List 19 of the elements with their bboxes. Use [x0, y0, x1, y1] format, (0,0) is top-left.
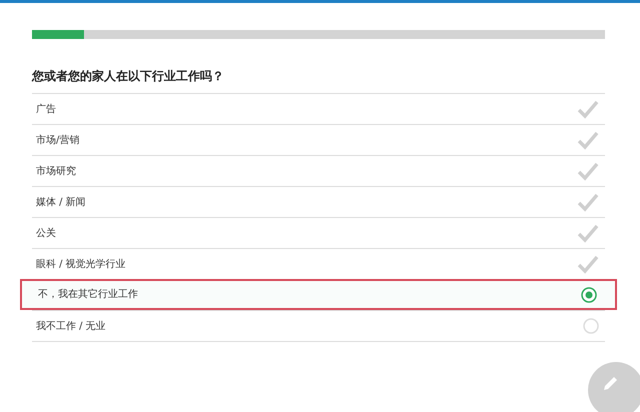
option-row[interactable]: 不，我在其它行业工作: [20, 279, 617, 310]
option-row[interactable]: 广告: [32, 93, 605, 124]
edit-button[interactable]: [588, 362, 640, 412]
option-label: 我不工作 / 无业: [36, 320, 106, 334]
option-label: 市场/营销: [36, 134, 80, 148]
option-label: 眼科 / 视觉光学行业: [36, 258, 126, 272]
option-row[interactable]: 市场/营销: [32, 124, 605, 155]
pencil-icon: [602, 374, 620, 392]
option-label: 媒体 / 新闻: [36, 196, 86, 210]
option-row[interactable]: 市场研究: [32, 155, 605, 186]
option-row[interactable]: 我不工作 / 无业: [32, 310, 605, 341]
radio-button[interactable]: [581, 286, 597, 302]
option-row[interactable]: 公关: [32, 217, 605, 248]
option-label: 公关: [36, 226, 56, 240]
question-text: 您或者您的家人在以下行业工作吗？: [32, 68, 225, 85]
option-row[interactable]: 媒体 / 新闻: [32, 186, 605, 217]
option-label: 市场研究: [36, 164, 76, 178]
option-label: 不，我在其它行业工作: [38, 288, 138, 302]
option-label: 广告: [36, 102, 56, 116]
